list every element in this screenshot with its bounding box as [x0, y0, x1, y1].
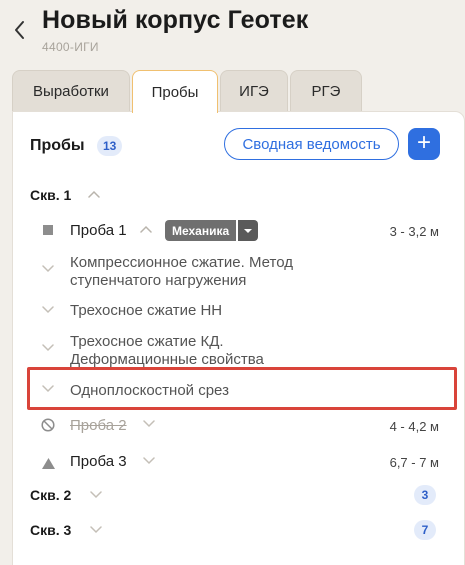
test-item-triaxial-nn[interactable]: Трехосное сжатие НН	[70, 302, 222, 320]
triangle-icon	[42, 456, 55, 474]
sample-label-1[interactable]: Проба 1	[70, 222, 127, 239]
well-label-2[interactable]: Скв. 2	[30, 487, 71, 503]
page-title: Новый корпус Геотек	[42, 6, 309, 34]
project-code: 4400-ИГИ	[42, 40, 99, 54]
test-item-direct-shear[interactable]: Одноплоскостной срез	[70, 382, 229, 400]
chevron-up-icon[interactable]	[88, 190, 100, 198]
test-item-compression[interactable]: Компрессионное сжатие. Метод ступенчатог…	[70, 254, 293, 290]
mechanics-tag[interactable]: Механика	[165, 220, 259, 241]
chevron-down-icon[interactable]	[143, 457, 155, 465]
chevron-down-icon[interactable]	[42, 265, 54, 273]
back-button[interactable]	[12, 14, 32, 42]
chevron-down-icon[interactable]	[42, 344, 54, 352]
tab-workings[interactable]: Выработки	[12, 70, 130, 112]
add-sample-button[interactable]: +	[408, 128, 440, 160]
ban-icon	[41, 418, 55, 437]
chevron-down-icon[interactable]	[42, 385, 54, 393]
chevron-down-icon[interactable]	[90, 491, 102, 499]
well-label-1[interactable]: Скв. 1	[30, 187, 71, 203]
depth-range-1: 3 - 3,2 м	[389, 224, 439, 239]
samples-count-badge: 13	[97, 136, 123, 156]
well-count-badge-2: 3	[414, 485, 436, 505]
section-title: Пробы	[30, 137, 85, 154]
depth-range-3: 6,7 - 7 м	[389, 455, 439, 470]
mechanics-tag-label: Механика	[165, 220, 237, 241]
sample-label-3[interactable]: Проба 3	[70, 453, 127, 470]
square-icon	[43, 225, 53, 235]
well-label-3[interactable]: Скв. 3	[30, 522, 71, 538]
page-header: Новый корпус Геотек 4400-ИГИ	[0, 0, 465, 70]
caret-down-icon[interactable]	[238, 220, 259, 241]
tab-samples[interactable]: Пробы	[132, 70, 218, 113]
test-item-triaxial-kd[interactable]: Трехосное сжатие КД. Деформационные свой…	[70, 333, 264, 369]
sample-label-2[interactable]: Проба 2	[70, 417, 127, 434]
depth-range-2: 4 - 4,2 м	[389, 419, 439, 434]
tab-rge[interactable]: РГЭ	[290, 70, 362, 112]
chevron-down-icon[interactable]	[143, 420, 155, 428]
well-count-badge-3: 7	[414, 520, 436, 540]
tab-ige[interactable]: ИГЭ	[220, 70, 288, 112]
summary-sheet-button[interactable]: Сводная ведомость	[224, 128, 399, 160]
chevron-left-icon	[15, 21, 24, 39]
chevron-down-icon[interactable]	[90, 526, 102, 534]
chevron-down-icon[interactable]	[42, 306, 54, 314]
chevron-up-icon[interactable]	[140, 225, 152, 233]
